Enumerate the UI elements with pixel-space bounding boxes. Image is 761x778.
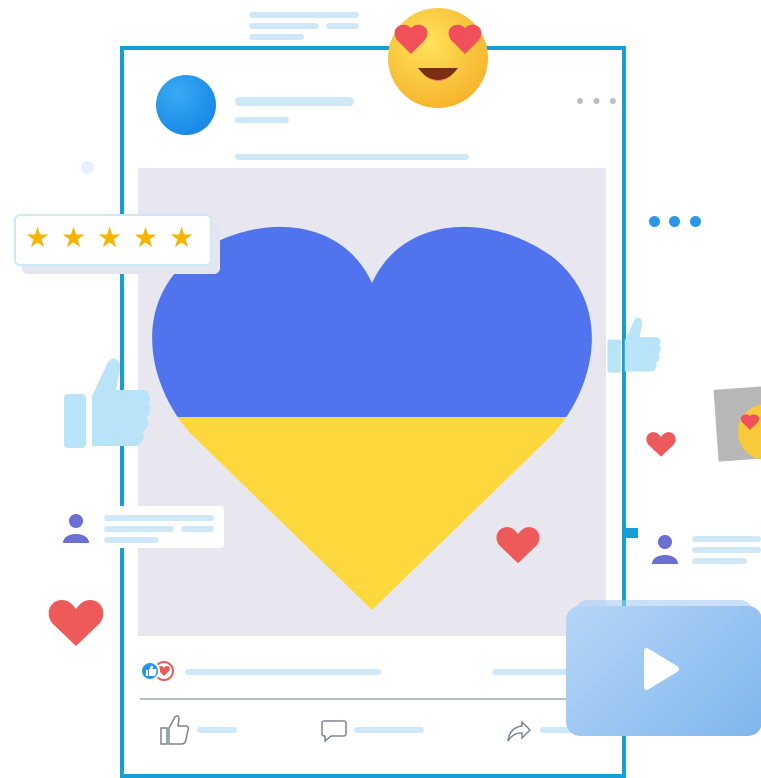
comment-text-line (104, 515, 214, 521)
share-arrow-icon[interactable] (506, 720, 532, 744)
star-icon: ★ (169, 222, 195, 253)
comment-text-line (181, 526, 214, 532)
heart-icon (646, 432, 676, 457)
reactions-icon[interactable] (140, 661, 176, 681)
heart-icon (496, 527, 540, 564)
user-icon (63, 514, 89, 543)
avatar[interactable] (156, 75, 216, 135)
floating-text-line (249, 23, 319, 29)
post-meta-line (235, 117, 289, 123)
star-icon: ★ (97, 222, 123, 253)
typing-dot (690, 216, 701, 227)
like-label-line (197, 727, 237, 733)
comment-text-line (692, 536, 761, 542)
star-icon: ★ (133, 222, 159, 253)
post-author-line (235, 97, 354, 106)
comment-text-line (104, 537, 159, 543)
speech-bubble-icon[interactable] (321, 719, 347, 743)
card-accent (622, 528, 638, 538)
typing-dot (669, 216, 680, 227)
heart-eyes-emoji (738, 404, 761, 460)
reaction-count-line (185, 669, 381, 675)
comment-text-line (692, 558, 747, 564)
decorative-dot (81, 161, 94, 174)
comment-count-line (492, 669, 572, 675)
more-dots-icon[interactable]: ● ● ● (576, 92, 619, 108)
heart-eyes-emoji (388, 8, 488, 108)
floating-text-line (326, 23, 359, 29)
star-icon: ★ (61, 222, 87, 253)
floating-text-line (249, 34, 304, 40)
thumbs-up-icon (607, 317, 661, 373)
thumbs-up-icon (64, 358, 151, 448)
typing-dot (649, 216, 660, 227)
user-icon (652, 535, 678, 564)
comment-text-line (692, 547, 761, 553)
like-outline-icon[interactable] (158, 714, 190, 746)
comment-text-line (104, 526, 174, 532)
comment-label-line (354, 727, 424, 733)
star-icon: ★ (25, 222, 51, 253)
post-divider (140, 698, 600, 700)
play-icon[interactable] (640, 648, 680, 690)
heart-icon (48, 600, 104, 646)
post-caption-line (235, 154, 469, 160)
floating-text-line (249, 12, 359, 18)
heart-blue-half (152, 226, 592, 417)
